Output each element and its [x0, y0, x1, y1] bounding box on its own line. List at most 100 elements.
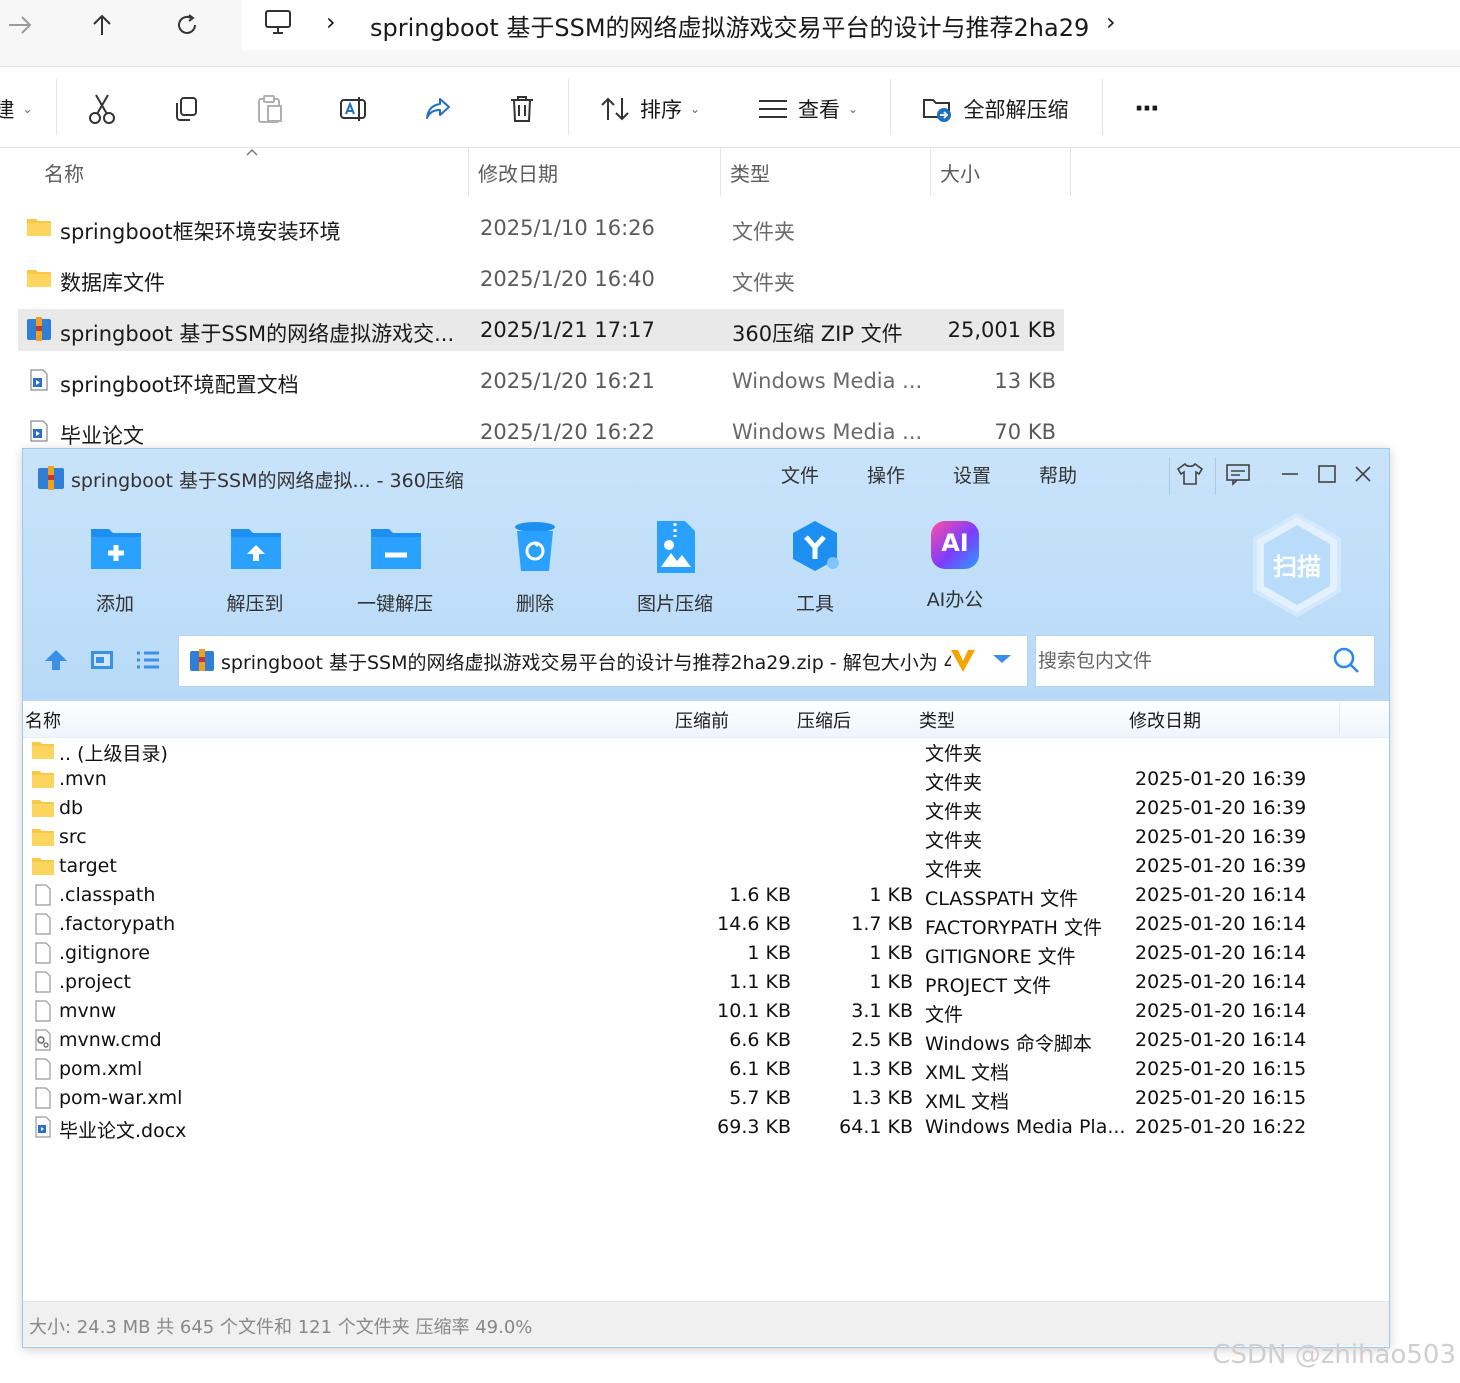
archive-search-box[interactable] [1035, 635, 1375, 687]
share-button[interactable] [418, 89, 458, 129]
archive-path-bar[interactable]: springboot 基于SSM的网络虚拟游戏交易平台的设计与推荐2ha29.z… [178, 635, 1028, 687]
archive-column-date[interactable]: 修改日期 [1129, 707, 1201, 733]
archive-column-name[interactable]: 名称 [25, 707, 61, 733]
archive-column-type[interactable]: 类型 [919, 707, 955, 733]
file-list-row[interactable]: 毕业论文 2025/1/20 16:22 Windows Media ... 7… [18, 411, 1064, 453]
archive-list-row[interactable]: db 文件夹 2025-01-20 16:39 [25, 794, 1385, 823]
archive-column-after[interactable]: 压缩后 [797, 707, 851, 733]
archive-item-size-before: 10.1 KB [717, 1000, 791, 1022]
column-divider[interactable] [468, 148, 469, 196]
minimize-button[interactable] [1273, 459, 1307, 489]
archive-item-type: 文件夹 [925, 830, 983, 852]
archive-path-text: springboot 基于SSM的网络虚拟游戏交易平台的设计与推荐2ha29.z… [221, 652, 951, 674]
list-view-button[interactable] [135, 647, 165, 673]
file-icon [35, 913, 51, 935]
one-click-extract-button[interactable]: 一键解压 [335, 519, 455, 616]
archive-item-date: 2025-01-20 16:22 [1135, 1116, 1307, 1138]
watermark: CSDN @zhihao503 [1212, 1340, 1456, 1370]
close-button[interactable] [1346, 459, 1380, 489]
new-button[interactable]: 建 ⌄ [0, 89, 33, 129]
explorer-toolbar: 建 ⌄ 排序 ⌄ 查看 ⌄ 全部解压缩 ··· [0, 67, 1460, 148]
menu-help[interactable]: 帮助 [1039, 461, 1077, 488]
refresh-button[interactable] [167, 8, 207, 42]
archive-item-size-before: 6.1 KB [729, 1058, 791, 1080]
archive-item-date: 2025-01-20 16:14 [1135, 884, 1307, 906]
archive-list-row[interactable]: target 文件夹 2025-01-20 16:39 [25, 852, 1385, 881]
sort-button[interactable]: 排序 ⌄ [594, 89, 706, 129]
column-header-name[interactable]: 名称 [44, 158, 84, 187]
file-list-row-selected[interactable]: springboot 基于SSM的网络虚拟游戏交... 2025/1/21 17… [18, 309, 1064, 351]
menu-settings[interactable]: 设置 [953, 461, 991, 488]
archive-list-row[interactable]: pom.xml 6.1 KB 1.3 KB XML 文档 2025-01-20 … [25, 1055, 1385, 1084]
list-view-icon [137, 651, 159, 669]
archive-item-size-before: 69.3 KB [717, 1116, 791, 1138]
archive-item-size-before: 6.6 KB [729, 1029, 791, 1051]
more-options-button[interactable]: ··· [1124, 89, 1168, 129]
archive-item-date: 2025-01-20 16:39 [1135, 826, 1307, 848]
archive-list-row[interactable]: src 文件夹 2025-01-20 16:39 [25, 823, 1385, 852]
script-file-icon [35, 1029, 51, 1051]
cut-button[interactable] [82, 89, 122, 129]
feedback-button[interactable] [1221, 459, 1255, 489]
breadcrumb-current-folder[interactable]: springboot 基于SSM的网络虚拟游戏交易平台的设计与推荐2ha29 [370, 8, 1089, 43]
archive-list-row[interactable]: pom-war.xml 5.7 KB 1.3 KB XML 文档 2025-01… [25, 1084, 1385, 1113]
breadcrumb-separator[interactable]: › [326, 8, 336, 36]
image-compress-button[interactable]: 图片压缩 [615, 519, 735, 616]
archive-list-row[interactable]: mvnw 10.1 KB 3.1 KB 文件 2025-01-20 16:14 [25, 997, 1385, 1026]
archive-item-date: 2025-01-20 16:14 [1135, 971, 1307, 993]
archive-list-row[interactable]: 毕业论文.docx 69.3 KB 64.1 KB Windows Media … [25, 1113, 1385, 1142]
zip-archive-icon [190, 649, 214, 671]
copy-button[interactable] [166, 89, 206, 129]
delete-archive-item-button[interactable]: 删除 [475, 519, 595, 616]
up-level-button[interactable] [43, 647, 73, 673]
archive-status-text: 大小: 24.3 MB 共 645 个文件和 121 个文件夹 压缩率 49.0… [29, 1317, 533, 1338]
archive-item-size-after: 1.7 KB [851, 913, 913, 935]
extract-to-button[interactable]: 解压到 [195, 519, 315, 616]
breadcrumb-separator[interactable]: › [1106, 8, 1116, 36]
search-button[interactable] [1332, 646, 1364, 676]
file-list-row[interactable]: 数据库文件 2025/1/20 16:40 文件夹 [18, 258, 1064, 300]
image-compress-label: 图片压缩 [636, 593, 713, 615]
archive-list-row[interactable]: mvnw.cmd 6.6 KB 2.5 KB Windows 命令脚本 2025… [25, 1026, 1385, 1055]
menu-file[interactable]: 文件 [781, 461, 819, 488]
column-divider[interactable] [720, 148, 721, 196]
toolbar-divider [890, 79, 891, 135]
archive-list-row[interactable]: .classpath 1.6 KB 1 KB CLASSPATH 文件 2025… [25, 881, 1385, 910]
thumbnail-view-button[interactable] [89, 647, 119, 673]
archive-list-row[interactable]: .gitignore 1 KB 1 KB GITIGNORE 文件 2025-0… [25, 939, 1385, 968]
paste-button[interactable] [250, 89, 290, 129]
search-input[interactable] [1036, 636, 1330, 686]
file-list-row[interactable]: springboot框架环境安装环境 2025/1/10 16:26 文件夹 [18, 207, 1064, 249]
archive-column-before[interactable]: 压缩前 [675, 707, 729, 733]
skin-button[interactable] [1173, 459, 1207, 489]
archive-list-row[interactable]: .. (上级目录) 文件夹 [25, 736, 1385, 765]
file-list-row[interactable]: springboot环境配置文档 2025/1/20 16:21 Windows… [18, 360, 1064, 402]
view-button[interactable]: 查看 ⌄ [752, 89, 864, 129]
archive-list-row[interactable]: .mvn 文件夹 2025-01-20 16:39 [25, 765, 1385, 794]
path-dropdown-button[interactable] [989, 646, 1019, 674]
extract-all-button[interactable]: 全部解压缩 [918, 89, 1072, 129]
tools-button[interactable]: 工具 [755, 519, 875, 616]
archive-list-row[interactable]: .factorypath 14.6 KB 1.7 KB FACTORYPATH … [25, 910, 1385, 939]
rename-button[interactable] [334, 89, 374, 129]
scan-button[interactable]: 扫描 [1251, 513, 1343, 617]
archive-list-row[interactable]: .project 1.1 KB 1 KB PROJECT 文件 2025-01-… [25, 968, 1385, 997]
archive-item-name: target [59, 855, 117, 877]
delete-button[interactable] [502, 89, 542, 129]
up-arrow-icon [45, 650, 67, 670]
rename-icon [340, 97, 366, 121]
new-button-label: 建 [0, 98, 15, 122]
ai-office-button[interactable]: AI AI办公 [895, 519, 1015, 612]
column-header-date[interactable]: 修改日期 [478, 158, 558, 187]
column-header-size[interactable]: 大小 [940, 158, 980, 187]
address-bar[interactable]: › springboot 基于SSM的网络虚拟游戏交易平台的设计与推荐2ha29… [242, 0, 1460, 50]
forward-button[interactable] [0, 8, 40, 42]
maximize-button[interactable] [1310, 459, 1344, 489]
up-button[interactable] [82, 8, 122, 42]
add-button[interactable]: 添加 [55, 519, 175, 616]
menu-operation[interactable]: 操作 [867, 461, 905, 488]
column-header-type[interactable]: 类型 [730, 158, 770, 187]
column-divider[interactable] [930, 148, 931, 196]
archive-window-title: springboot 基于SSM的网络虚拟... - 360压缩 [71, 470, 464, 492]
column-divider[interactable] [1070, 148, 1071, 196]
